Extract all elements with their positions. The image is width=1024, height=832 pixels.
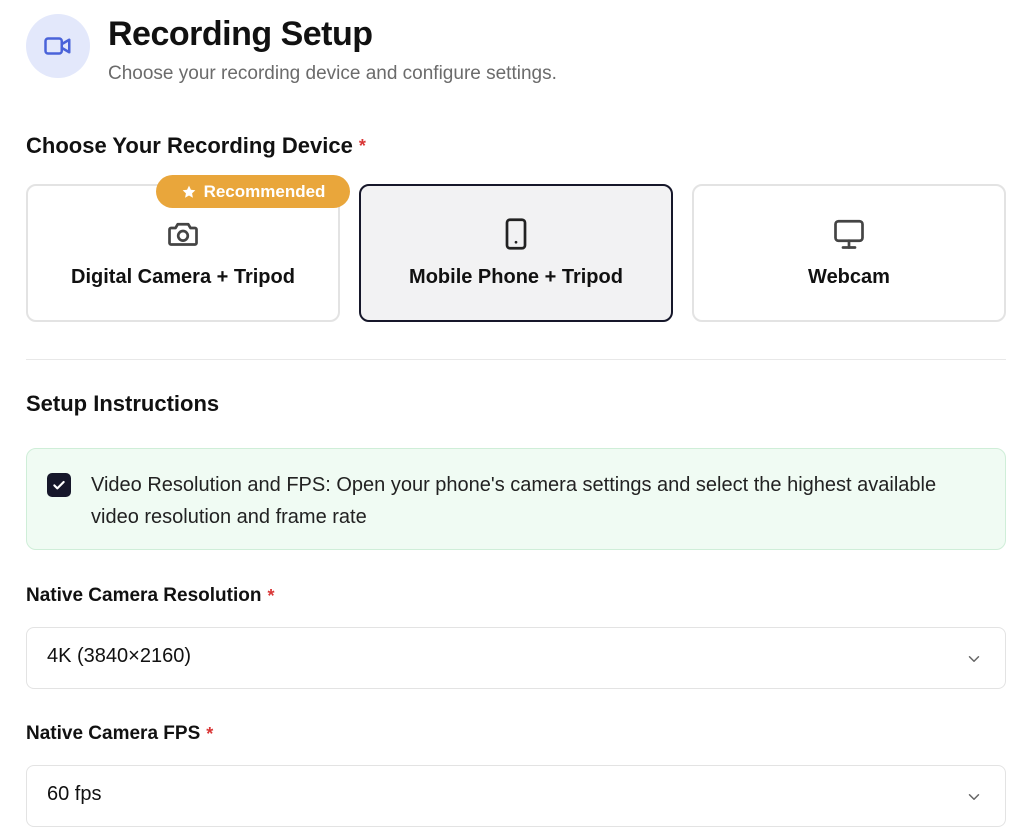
fps-select-value: 60 fps xyxy=(47,783,102,805)
page-subtitle: Choose your recording device and configu… xyxy=(108,63,557,84)
device-icon-wrap xyxy=(498,216,534,252)
video-camera-icon xyxy=(44,37,71,55)
fps-select[interactable]: 60 fps xyxy=(26,765,1006,827)
required-asterisk: * xyxy=(206,724,214,744)
resolution-select-value: 4K (3840×2160) xyxy=(47,645,192,667)
device-section-title: Choose Your Recording Device xyxy=(26,133,353,158)
page-header: Recording Setup Choose your recording de… xyxy=(26,14,1006,94)
checkmark-icon xyxy=(53,480,65,490)
fps-label-text: Native Camera FPS xyxy=(26,723,201,744)
header-icon-circle xyxy=(26,14,90,78)
required-asterisk: * xyxy=(267,586,275,606)
device-option-mobile-phone[interactable]: Mobile Phone + Tripod xyxy=(359,184,673,322)
recommended-badge: Recommended xyxy=(156,175,350,208)
instruction-item: Video Resolution and FPS: Open your phon… xyxy=(26,448,1006,550)
instructions-section-label: Setup Instructions xyxy=(26,391,220,416)
instruction-checkbox[interactable] xyxy=(47,473,71,497)
chevron-down-icon xyxy=(968,656,980,662)
device-icon-wrap xyxy=(165,216,201,252)
recommended-badge-label: Recommended xyxy=(203,181,326,201)
device-section-label: Choose Your Recording Device * xyxy=(26,132,366,160)
device-icon-wrap xyxy=(831,216,867,252)
device-option-webcam[interactable]: Webcam xyxy=(692,184,1006,322)
required-asterisk: * xyxy=(358,136,366,156)
resolution-label-text: Native Camera Resolution xyxy=(26,585,262,606)
device-option-label: Mobile Phone + Tripod xyxy=(409,266,623,288)
fps-field-label: Native Camera FPS * xyxy=(26,722,213,746)
smartphone-icon xyxy=(505,218,527,250)
resolution-field-label: Native Camera Resolution * xyxy=(26,584,274,608)
resolution-select[interactable]: 4K (3840×2160) xyxy=(26,627,1006,689)
star-icon xyxy=(182,185,195,198)
camera-icon xyxy=(168,222,198,246)
device-option-label: Digital Camera + Tripod xyxy=(71,266,295,288)
chevron-down-icon xyxy=(968,794,980,800)
section-divider xyxy=(26,359,1006,360)
device-option-label: Webcam xyxy=(808,266,890,288)
page-title: Recording Setup xyxy=(108,15,373,53)
monitor-icon xyxy=(834,219,864,249)
instruction-text: Video Resolution and FPS: Open your phon… xyxy=(91,474,937,528)
